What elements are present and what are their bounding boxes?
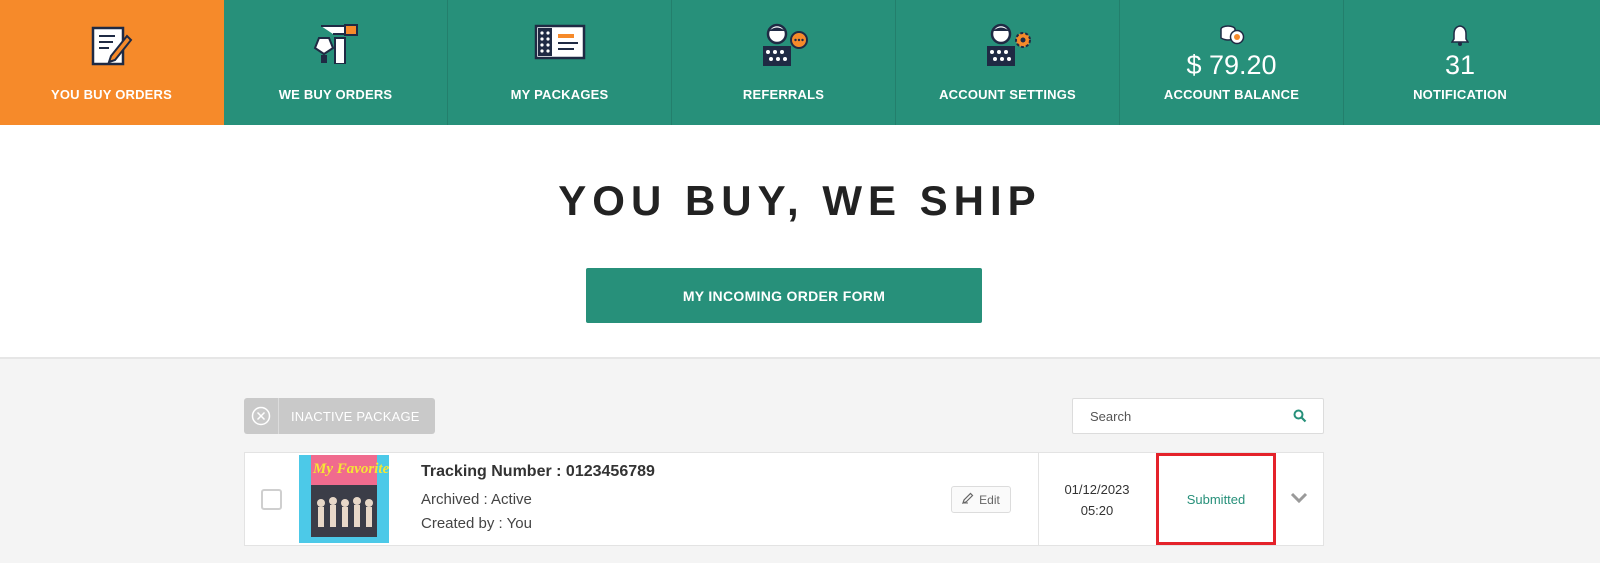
edit-document-icon [91, 22, 133, 71]
inactive-package-label: INACTIVE PACKAGE [291, 408, 420, 424]
thumbnail-title: My Favorite [312, 461, 389, 477]
search-input[interactable] [1073, 399, 1273, 433]
nav-label: WE BUY ORDERS [278, 87, 393, 102]
top-nav: YOU BUY ORDERS WE BUY ORDERS MY PACKAGES… [0, 0, 1600, 134]
archived-status: Archived : Active [421, 491, 532, 508]
nav-label: MY PACKAGES [510, 87, 609, 102]
nav-label: NOTIFICATION [1413, 87, 1507, 102]
coins-icon [1219, 24, 1245, 51]
hand-shopping-icon [311, 22, 361, 69]
edit-label: Edit [979, 492, 1000, 507]
edit-button[interactable]: Edit [951, 486, 1011, 513]
hero-section: YOU BUY, WE SHIP MY INCOMING ORDER FORM [0, 125, 1600, 359]
tracking-number: Tracking Number : 0123456789 [421, 463, 655, 480]
order-datetime: 01/12/2023 05:20 [1039, 479, 1155, 521]
notification-count: 31 [1444, 50, 1476, 80]
pencil-icon [962, 492, 974, 507]
select-checkbox[interactable] [261, 489, 282, 510]
incoming-order-form-button[interactable]: MY INCOMING ORDER FORM [586, 268, 982, 323]
nav-label: ACCOUNT SETTINGS [939, 87, 1076, 102]
nav-account-balance[interactable]: $ 79.20 ACCOUNT BALANCE [1120, 0, 1344, 125]
order-row: My Favorite Tracking Number : 0123456789… [244, 452, 1324, 546]
person-gear-icon [983, 22, 1033, 73]
balance-value: $ 79.20 [1186, 50, 1277, 80]
created-by: Created by : You [421, 515, 532, 532]
nav-we-buy-orders[interactable]: WE BUY ORDERS [224, 0, 448, 125]
status-badge: Submitted [1186, 491, 1246, 507]
inactive-package-button[interactable]: INACTIVE PACKAGE [244, 398, 435, 434]
product-thumbnail: My Favorite [299, 455, 389, 543]
search-icon[interactable] [1293, 409, 1307, 428]
bell-icon [1450, 24, 1470, 51]
nav-label: YOU BUY ORDERS [50, 87, 173, 102]
nav-referrals[interactable]: REFERRALS [672, 0, 896, 125]
nav-label: REFERRALS [742, 87, 825, 102]
search-box [1072, 398, 1324, 434]
nav-you-buy-orders[interactable]: YOU BUY ORDERS [0, 0, 224, 134]
close-circle-icon [244, 398, 279, 434]
package-icon [534, 22, 586, 67]
status-highlight: Submitted [1156, 453, 1276, 545]
nav-my-packages[interactable]: MY PACKAGES [448, 0, 672, 125]
order-time: 05:20 [1080, 503, 1114, 518]
nav-label: ACCOUNT BALANCE [1163, 87, 1300, 102]
referral-person-icon [759, 22, 809, 73]
order-date: 01/12/2023 [1064, 482, 1130, 497]
chevron-down-icon[interactable] [1290, 491, 1308, 509]
nav-notification[interactable]: 31 NOTIFICATION [1344, 0, 1576, 125]
page-title: YOU BUY, WE SHIP [558, 177, 1042, 224]
nav-account-settings[interactable]: ACCOUNT SETTINGS [896, 0, 1120, 125]
